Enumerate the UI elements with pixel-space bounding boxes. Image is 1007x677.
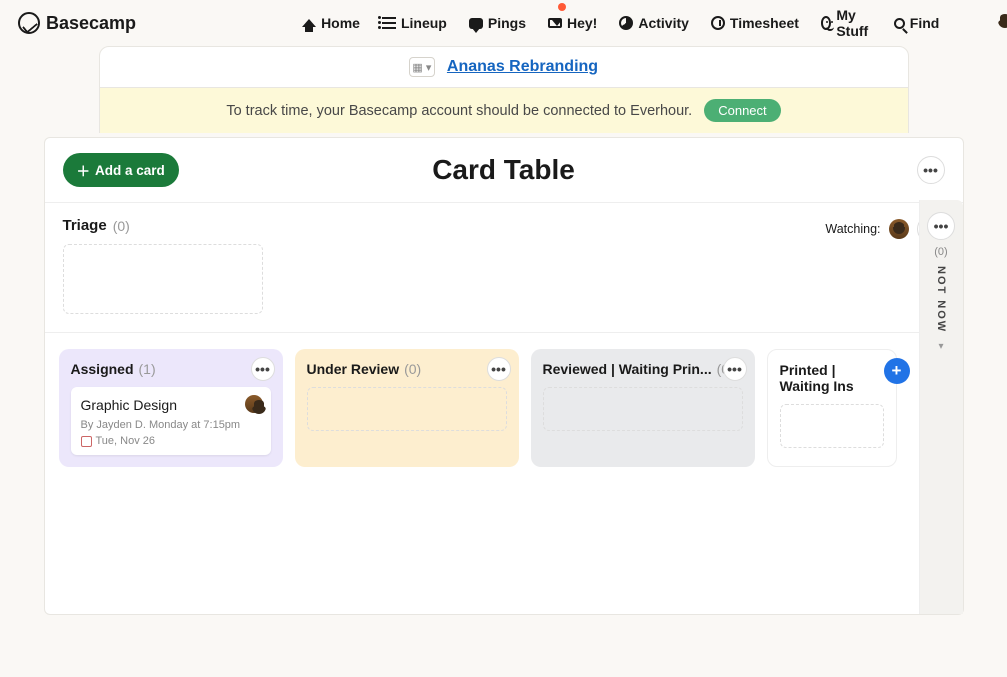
column-under-review: Under Review (0) ••• xyxy=(295,349,519,467)
notification-dot-icon xyxy=(558,3,566,11)
triage-section: Triage (0) Watching: ••• xyxy=(45,203,963,333)
columns-area: Assigned (1) ••• Graphic Design By Jayde… xyxy=(45,333,963,483)
nav-home-label: Home xyxy=(321,15,360,31)
column-reviewed: Reviewed | Waiting Prin... (0) ••• xyxy=(531,349,755,467)
column-assigned: Assigned (1) ••• Graphic Design By Jayde… xyxy=(59,349,283,467)
board-menu-button[interactable]: ••• xyxy=(917,156,945,184)
column-count: (1) xyxy=(139,361,156,377)
view-toggle-button[interactable]: ▦ ▾ xyxy=(409,57,435,77)
nav-mystuff-label: My Stuff xyxy=(836,7,871,39)
column-dropzone[interactable] xyxy=(307,387,507,431)
project-link[interactable]: Ananas Rebranding xyxy=(447,58,598,76)
clock-icon xyxy=(711,16,725,30)
top-nav: Basecamp Home Lineup Pings Hey! Activity… xyxy=(0,0,1007,46)
card-assignee-avatar xyxy=(245,395,263,413)
chevron-down-icon: ▾ xyxy=(938,341,943,352)
nav-hey-label: Hey! xyxy=(567,15,597,31)
nav-hey[interactable]: Hey! xyxy=(548,7,597,39)
inbox-icon xyxy=(548,18,562,28)
triage-name: Triage xyxy=(63,217,107,234)
column-name: Printed | Waiting Ins xyxy=(780,362,884,394)
not-now-menu-button[interactable]: ••• xyxy=(927,212,955,240)
card-byline: By Jayden D. Monday at 7:15pm xyxy=(81,419,261,431)
project-bar: ▦ ▾ Ananas Rebranding xyxy=(99,46,909,88)
not-now-count: (0) xyxy=(934,246,947,258)
chat-icon xyxy=(469,18,483,29)
nav-items: Home Lineup Pings Hey! Activity Timeshee… xyxy=(302,7,939,39)
board-header: ＋ Add a card Card Table ••• xyxy=(45,138,963,203)
smile-icon xyxy=(821,16,831,30)
card-graphic-design[interactable]: Graphic Design By Jayden D. Monday at 7:… xyxy=(71,387,271,455)
calendar-icon xyxy=(81,436,92,447)
nav-find[interactable]: Find xyxy=(894,7,940,39)
brand-name: Basecamp xyxy=(46,13,136,34)
column-count: (0) xyxy=(404,361,421,377)
plus-icon: ＋ xyxy=(77,160,91,180)
add-column-button[interactable]: + xyxy=(884,358,910,384)
card-table-board: ＋ Add a card Card Table ••• Triage (0) W… xyxy=(44,137,964,615)
add-card-label: Add a card xyxy=(95,163,165,178)
column-dropzone[interactable] xyxy=(543,387,743,431)
nav-pings-label: Pings xyxy=(488,15,526,31)
watcher-avatar[interactable] xyxy=(889,219,909,239)
nav-find-label: Find xyxy=(910,15,940,31)
nav-activity-label: Activity xyxy=(638,15,689,31)
nav-home[interactable]: Home xyxy=(302,7,360,39)
nav-lineup[interactable]: Lineup xyxy=(382,7,447,39)
watching-label: Watching: xyxy=(825,222,880,236)
triage-dropzone[interactable] xyxy=(63,244,263,314)
connect-button[interactable]: Connect xyxy=(704,99,780,122)
connect-banner: To track time, your Basecamp account sho… xyxy=(99,88,909,133)
column-menu-button[interactable]: ••• xyxy=(487,357,511,381)
column-menu-button[interactable]: ••• xyxy=(251,357,275,381)
nav-pings[interactable]: Pings xyxy=(469,7,526,39)
column-name: Assigned xyxy=(71,361,134,377)
column-name: Reviewed | Waiting Prin... xyxy=(543,361,712,377)
column-dropzone[interactable] xyxy=(780,404,884,448)
add-card-button[interactable]: ＋ Add a card xyxy=(63,153,179,187)
connect-message: To track time, your Basecamp account sho… xyxy=(226,103,692,119)
triage-count: (0) xyxy=(113,218,130,234)
column-name: Under Review xyxy=(307,361,400,377)
nav-timesheet[interactable]: Timesheet xyxy=(711,7,799,39)
nav-mystuff[interactable]: My Stuff xyxy=(821,7,872,39)
not-now-label: NOT NOW xyxy=(935,266,947,333)
brand[interactable]: Basecamp xyxy=(18,12,136,34)
basecamp-logo-icon xyxy=(18,12,40,34)
card-due: Tue, Nov 26 xyxy=(81,435,261,447)
nav-lineup-label: Lineup xyxy=(401,15,447,31)
card-due-text: Tue, Nov 26 xyxy=(96,435,156,447)
board-title: Card Table xyxy=(432,154,575,186)
search-icon xyxy=(894,18,905,29)
column-menu-button[interactable]: ••• xyxy=(723,357,747,381)
not-now-rail[interactable]: ••• (0) NOT NOW ▾ xyxy=(919,200,963,614)
nav-timesheet-label: Timesheet xyxy=(730,15,799,31)
home-icon xyxy=(302,19,316,27)
lineup-icon xyxy=(382,22,396,24)
nav-activity[interactable]: Activity xyxy=(619,7,689,39)
column-printed: Printed | Waiting Ins + xyxy=(767,349,897,467)
card-title: Graphic Design xyxy=(81,397,261,413)
activity-icon xyxy=(619,16,633,30)
